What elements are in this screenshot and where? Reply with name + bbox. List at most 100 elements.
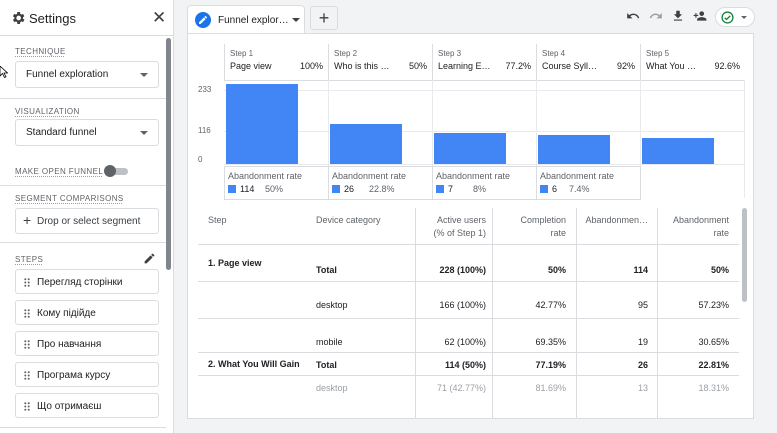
cell-device: desktop [316, 300, 348, 310]
cell-active-users: 228 (100%) [439, 265, 486, 275]
y-tick-label: 116 [198, 126, 211, 135]
settings-panel: Settings ✕ TECHNIQUE Funnel exploration … [0, 0, 174, 433]
abandonment-count: 7 [448, 184, 454, 194]
cell-abandon-rate: 22.81% [698, 360, 729, 370]
visualization-label: VISUALIZATION [15, 107, 80, 116]
col-header-abandonments[interactable]: Abandonmen… [578, 214, 648, 227]
table-scrollbar[interactable] [742, 208, 747, 302]
step-header[interactable]: Step 3 Learning E… 77.2% [432, 44, 536, 80]
caret-down-icon [140, 73, 148, 77]
pencil-icon[interactable] [143, 252, 156, 265]
col-header-device[interactable]: Device category [316, 214, 381, 227]
check-circle-icon [721, 11, 734, 24]
pencil-icon [195, 12, 211, 28]
cell-device: Total [316, 265, 337, 275]
technique-value: Funnel exploration [26, 69, 109, 80]
undo-icon[interactable] [626, 9, 640, 23]
legend-swatch [228, 185, 236, 193]
drag-handle-icon[interactable] [24, 340, 30, 349]
cell-abandonments: 13 [637, 383, 648, 393]
cell-device: desktop [316, 383, 348, 393]
toggle-knob [104, 165, 116, 177]
step-name: Page view [230, 61, 272, 71]
col-header-active-users[interactable]: Active users (% of Step 1) [414, 214, 486, 240]
open-funnel-toggle[interactable] [104, 165, 128, 177]
header-line: Active users [436, 215, 486, 225]
step-name: What You … [646, 61, 697, 71]
step-number: Step 5 [646, 49, 670, 58]
cell-abandonments: 114 [633, 265, 648, 275]
funnel-bar[interactable] [330, 123, 402, 164]
tab-funnel-exploration[interactable]: Funnel explor… [187, 5, 305, 33]
abandonment-box[interactable]: Abandonment rate 7 8% [432, 166, 537, 200]
step-header[interactable]: Step 4 Course Syll… 92% [536, 44, 640, 80]
caret-down-icon[interactable] [292, 18, 300, 22]
col-header-completion[interactable]: Completion rate [492, 214, 566, 240]
step-item[interactable]: Про навчання [15, 331, 159, 356]
legend-swatch [332, 185, 340, 193]
column-separator [576, 208, 577, 418]
funnel-bar[interactable] [538, 135, 610, 164]
cell-abandonments: 26 [637, 360, 648, 370]
drag-handle-icon[interactable] [24, 309, 30, 318]
step-item-label: Програма курсу [37, 370, 111, 381]
col-header-step[interactable]: Step [208, 214, 227, 227]
step-percent: 92.6% [714, 61, 740, 71]
technique-select[interactable]: Funnel exploration [15, 61, 159, 88]
caret-down-icon [741, 16, 747, 19]
abandonment-box[interactable]: Abandonment rate 6 7.4% [536, 166, 641, 200]
funnel-canvas: Step 1 Page view 100% Step 2 Who is this… [187, 33, 754, 419]
abandonment-count: 26 [344, 184, 355, 194]
divider [0, 242, 166, 243]
step-item[interactable]: Що отримаєш [15, 393, 159, 418]
divider [0, 98, 166, 99]
abandonment-percent: 22.8% [369, 184, 395, 194]
download-icon[interactable] [671, 9, 685, 23]
cell-active-users: 166 (100%) [439, 300, 486, 310]
tab-label: Funnel explor… [218, 15, 289, 26]
visualization-select[interactable]: Standard funnel [15, 119, 159, 146]
step-percent: 100% [299, 61, 323, 71]
header-line: rate [550, 228, 566, 238]
step-header[interactable]: Step 5 What You … 92.6% [640, 44, 745, 80]
sidebar-scrollbar[interactable] [166, 38, 171, 270]
add-segment-button[interactable]: + Drop or select segment [15, 208, 159, 234]
mouse-cursor-icon [0, 66, 8, 78]
gridline [224, 90, 745, 91]
abandonment-count: 6 [552, 184, 558, 194]
drag-handle-icon[interactable] [24, 371, 30, 380]
cell-abandonments: 95 [637, 300, 648, 310]
settings-header: Settings ✕ [0, 0, 174, 36]
plus-icon: + [23, 212, 32, 228]
cell-abandon-rate: 30.65% [698, 337, 729, 347]
col-header-abandon-rate[interactable]: Abandonment rate [658, 214, 729, 240]
step-number: Step 1 [230, 49, 254, 58]
funnel-bar[interactable] [642, 137, 714, 164]
steps-label: STEPS [15, 255, 44, 264]
status-menu-button[interactable] [715, 7, 755, 27]
abandonment-label: Abandonment rate [540, 171, 615, 181]
abandonment-box[interactable]: Abandonment rate 26 22.8% [328, 166, 433, 200]
abandonment-box[interactable]: Abandonment rate 114 50% [224, 166, 329, 200]
drag-handle-icon[interactable] [24, 402, 30, 411]
step-header[interactable]: Step 1 Page view 100% [224, 44, 328, 80]
step-item[interactable]: Перегляд сторінки [15, 269, 159, 294]
add-tab-button[interactable]: + [310, 6, 338, 30]
cell-completion: 69.35% [535, 337, 566, 347]
cell-step: 2. What You Will Gain [208, 359, 300, 369]
close-icon[interactable]: ✕ [152, 9, 166, 26]
cell-completion: 42.77% [535, 300, 566, 310]
abandonment-percent: 7.4% [569, 184, 590, 194]
settings-title: Settings [29, 11, 76, 26]
step-item[interactable]: Програма курсу [15, 362, 159, 387]
drag-handle-icon[interactable] [24, 278, 30, 287]
step-item[interactable]: Кому підійде [15, 300, 159, 325]
redo-icon[interactable] [649, 9, 663, 23]
abandonment-percent: 50% [265, 184, 284, 194]
share-user-icon[interactable] [693, 9, 707, 23]
funnel-bar[interactable] [434, 133, 506, 164]
step-header[interactable]: Step 2 Who is this … 50% [328, 44, 432, 80]
step-number: Step 2 [334, 49, 358, 58]
funnel-bar[interactable] [226, 83, 298, 164]
technique-label: TECHNIQUE [15, 47, 66, 56]
